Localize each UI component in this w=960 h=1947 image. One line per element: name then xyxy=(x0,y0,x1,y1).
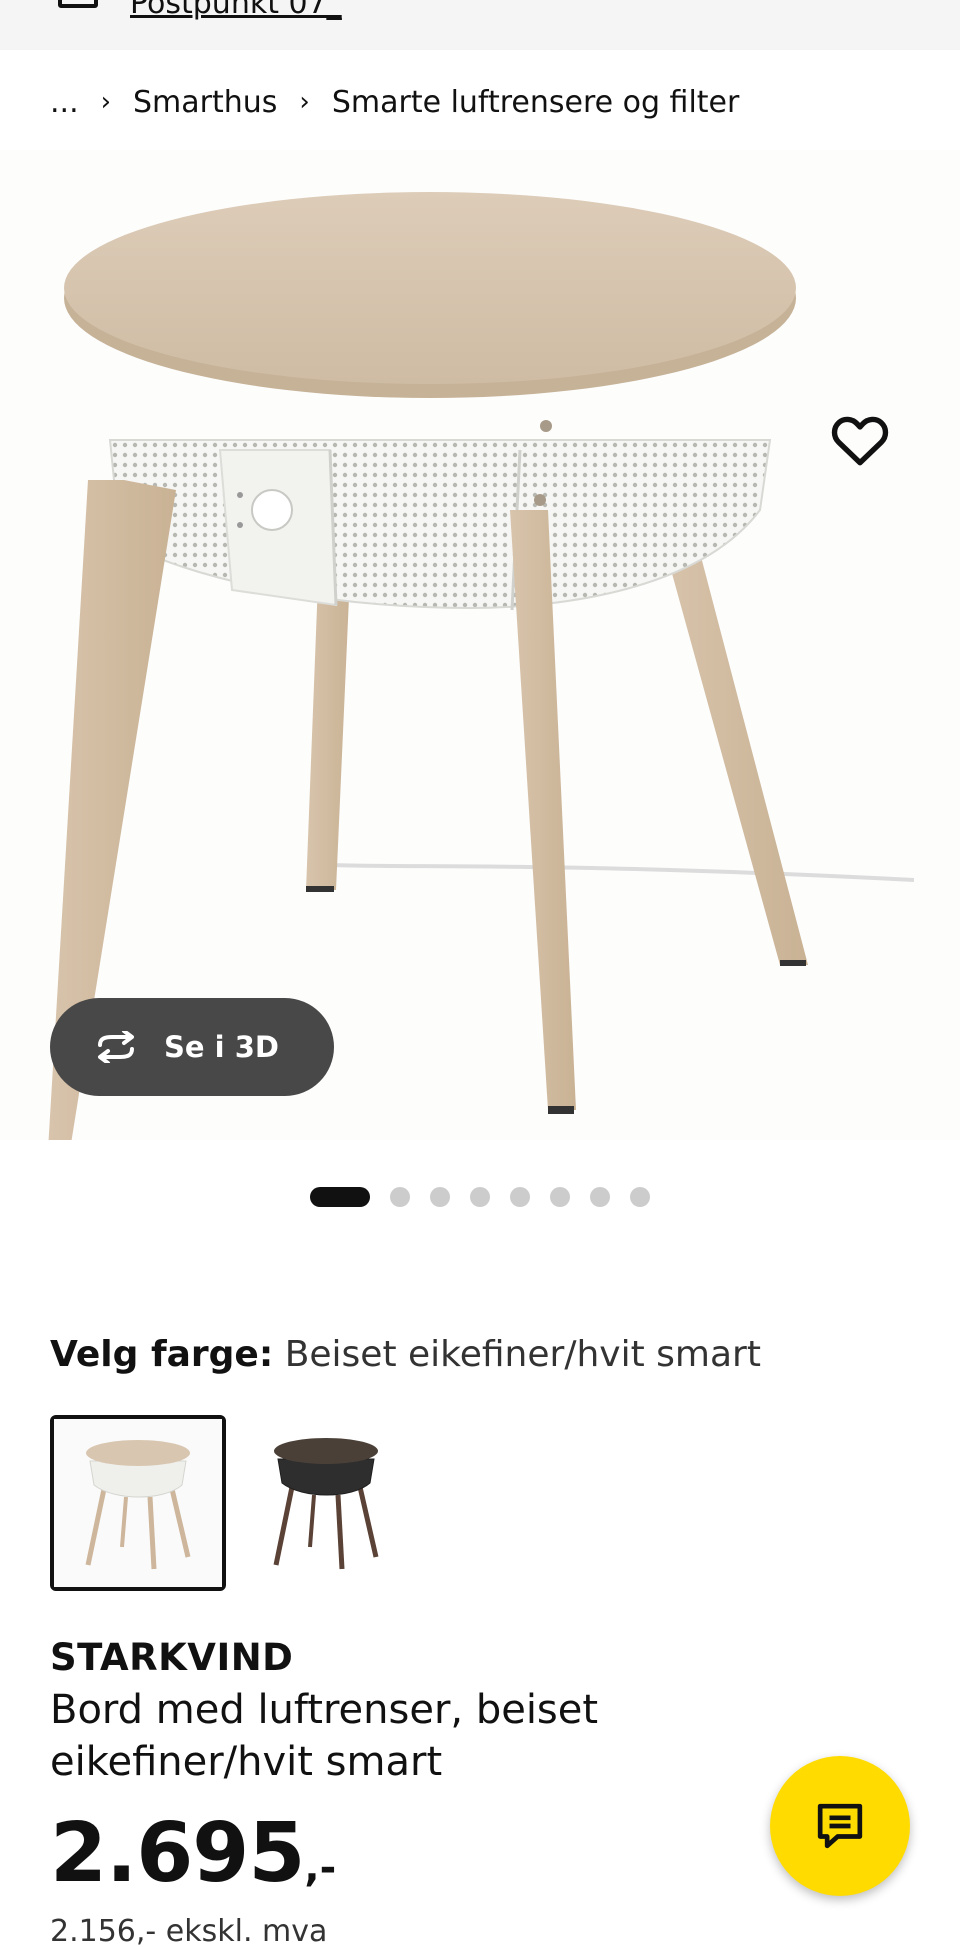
chevron-right-icon: › xyxy=(100,87,112,117)
carousel-dot[interactable] xyxy=(390,1187,410,1207)
swatch-oak-white-image xyxy=(54,1419,222,1587)
top-bar: Postpunkt 07_ xyxy=(0,0,960,50)
product-gallery[interactable] xyxy=(0,150,960,1140)
product-name: STARKVIND xyxy=(50,1636,294,1679)
breadcrumb-ellipsis[interactable]: ... xyxy=(50,85,79,120)
colour-swatch-dark-black[interactable] xyxy=(238,1415,414,1591)
heart-icon xyxy=(831,416,889,466)
price-main: 2.695 xyxy=(50,1806,305,1901)
carousel-dot[interactable] xyxy=(630,1187,650,1207)
colour-value: Beiset eikefiner/hvit smart xyxy=(284,1334,761,1375)
breadcrumb: ... › Smarthus › Smarte luftrensere og f… xyxy=(50,82,739,122)
swatch-dark-black-image xyxy=(238,1415,414,1591)
breadcrumb-smarthus[interactable]: Smarthus xyxy=(133,85,277,120)
view-3d-label: Se i 3D xyxy=(164,1030,279,1064)
product-price: 2.695,- xyxy=(50,1806,336,1901)
chat-bubble-icon xyxy=(817,1803,863,1849)
carousel-dot-active[interactable] xyxy=(310,1187,370,1207)
chat-button[interactable] xyxy=(770,1756,910,1896)
product-image[interactable] xyxy=(0,150,960,1140)
colour-label: Velg farge: xyxy=(50,1334,274,1375)
price-suffix: ,- xyxy=(304,1845,337,1891)
colour-swatch-oak-white[interactable] xyxy=(50,1415,226,1591)
carousel-indicator xyxy=(310,1186,670,1208)
product-description: Bord med luftrenser, beiset eikefiner/hv… xyxy=(50,1687,599,1785)
location-pin-icon xyxy=(58,0,98,8)
rotate-3d-icon xyxy=(98,1031,134,1063)
postcode-link[interactable]: Postpunkt 07_ xyxy=(130,0,342,21)
favourite-button[interactable] xyxy=(826,406,894,474)
carousel-dot[interactable] xyxy=(510,1187,530,1207)
chevron-right-icon: › xyxy=(299,87,310,117)
carousel-dot[interactable] xyxy=(550,1187,570,1207)
colour-selection-label: Velg farge: Beiset eikefiner/hvit smart xyxy=(50,1334,761,1375)
view-3d-button[interactable]: Se i 3D xyxy=(50,998,334,1096)
carousel-dot[interactable] xyxy=(590,1187,610,1207)
carousel-dot[interactable] xyxy=(470,1187,490,1207)
price-excl-vat: 2.156,- ekskl. mva xyxy=(50,1914,328,1947)
breadcrumb-air-purifiers[interactable]: Smarte luftrensere og filter xyxy=(332,85,740,120)
carousel-dot[interactable] xyxy=(430,1187,450,1207)
